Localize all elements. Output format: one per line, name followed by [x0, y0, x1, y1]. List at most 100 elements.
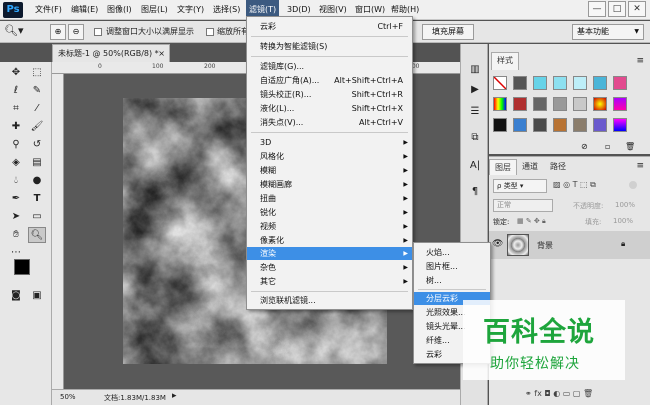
style-swatch[interactable]: [513, 76, 527, 90]
minimize-button[interactable]: —: [588, 1, 606, 17]
menu-item-picture-frame[interactable]: 图片框...: [414, 260, 490, 273]
menu-item-clouds[interactable]: 云彩 Ctrl+F: [247, 20, 412, 33]
quick-select-tool-icon[interactable]: ✎: [28, 83, 46, 99]
chevron-right-icon[interactable]: ▸: [172, 391, 177, 401]
style-swatch[interactable]: [493, 97, 507, 111]
maximize-button[interactable]: □: [608, 1, 626, 17]
screen-mode-icon[interactable]: ▣: [28, 288, 46, 304]
history-brush-icon[interactable]: ↺: [28, 137, 46, 153]
fill-value[interactable]: 100%: [613, 217, 633, 225]
blur-tool-icon[interactable]: 💧︎: [7, 173, 25, 189]
tab-styles[interactable]: 样式: [491, 52, 519, 70]
eraser-tool-icon[interactable]: ◈: [7, 155, 25, 171]
menu-item-noise[interactable]: 杂色 ▶: [247, 261, 412, 274]
zoom-level[interactable]: 50%: [60, 393, 76, 401]
gradient-tool-icon[interactable]: ▤: [28, 155, 46, 171]
menu-item-pixelate[interactable]: 像素化 ▶: [247, 234, 412, 247]
menu-item-flame[interactable]: 火焰...: [414, 246, 490, 259]
style-swatch[interactable]: [513, 97, 527, 111]
menu-item-other[interactable]: 其它 ▶: [247, 275, 412, 288]
style-swatch[interactable]: [533, 76, 547, 90]
eye-icon[interactable]: 👁︎: [492, 239, 503, 249]
character-panel-icon[interactable]: A|: [467, 160, 483, 174]
menu-item-video[interactable]: 视频 ▶: [247, 220, 412, 233]
clone-stamp-icon[interactable]: ⚲: [7, 137, 25, 153]
style-swatch[interactable]: [573, 97, 587, 111]
tab-channels[interactable]: 通道: [517, 159, 543, 175]
blend-mode-select[interactable]: 正常: [493, 199, 553, 212]
zoom-tool-icon[interactable]: 🔍︎▾: [4, 24, 24, 37]
style-swatch[interactable]: [593, 97, 607, 111]
style-swatch[interactable]: [553, 97, 567, 111]
delete-style-icon[interactable]: 🗑︎: [625, 142, 635, 151]
menu-item-lens-correction[interactable]: 镜头校正(R)... Shift+Ctrl+R: [247, 88, 412, 101]
panel-menu-icon[interactable]: ≡: [636, 161, 644, 171]
menu-item-filter-gallery[interactable]: 滤镜库(G)...: [247, 60, 412, 73]
panel-menu-icon[interactable]: ≡: [636, 56, 644, 66]
style-swatch[interactable]: [533, 118, 547, 132]
style-swatch[interactable]: [533, 97, 547, 111]
menu-file[interactable]: 文件(F): [32, 0, 65, 20]
zoom-out-icon[interactable]: ⊖: [68, 24, 84, 40]
resize-window-checkbox[interactable]: [94, 28, 102, 36]
style-swatch[interactable]: [493, 118, 507, 132]
style-swatch[interactable]: [553, 118, 567, 132]
menu-item-convert-smart-filter[interactable]: 转换为智能滤镜(S): [247, 40, 412, 53]
menu-item-vanishing-point[interactable]: 消失点(V)... Alt+Ctrl+V: [247, 116, 412, 129]
kind-filter-select[interactable]: ρ 类型 ▾: [493, 179, 547, 193]
menu-select[interactable]: 选择(S): [210, 0, 243, 20]
menu-image[interactable]: 图像(I): [104, 0, 135, 20]
zoom-tool-icon[interactable]: 🔍︎: [28, 227, 46, 243]
filter-pixel-icon[interactable]: ▨ ◎ T ⬚ ⧉: [553, 180, 596, 190]
lasso-tool-icon[interactable]: ℓ: [7, 83, 25, 99]
tab-layers[interactable]: 图层: [489, 159, 517, 175]
crop-tool-icon[interactable]: ⌗: [7, 101, 25, 117]
menu-item-browse-online[interactable]: 浏览联机滤镜...: [247, 294, 412, 307]
hand-tool-icon[interactable]: ✋︎: [7, 227, 25, 243]
zoom-in-icon[interactable]: ⊕: [50, 24, 66, 40]
style-swatch[interactable]: [493, 76, 507, 90]
layer-row[interactable]: 👁︎ 背景 🔒︎: [489, 231, 650, 259]
filter-toggle[interactable]: [629, 181, 637, 189]
style-swatch[interactable]: [513, 118, 527, 132]
menu-item-sharpen[interactable]: 锐化 ▶: [247, 206, 412, 219]
history-panel-icon[interactable]: ▥: [467, 64, 483, 78]
style-swatch[interactable]: [573, 76, 587, 90]
style-swatch[interactable]: [593, 76, 607, 90]
paragraph-panel-icon[interactable]: ¶: [467, 186, 483, 200]
opacity-value[interactable]: 100%: [615, 201, 635, 209]
fill-screen-button[interactable]: 填充屏幕: [422, 24, 474, 40]
menu-type[interactable]: 文字(Y): [174, 0, 207, 20]
foreground-color-swatch[interactable]: [14, 259, 30, 275]
lock-icons[interactable]: ▦ ✎ ✥ 🔒︎: [517, 217, 546, 226]
menu-layer[interactable]: 图层(L): [138, 0, 171, 20]
menu-item-distort[interactable]: 扭曲 ▶: [247, 192, 412, 205]
menu-item-tree[interactable]: 树...: [414, 274, 490, 287]
clear-style-icon[interactable]: ⊘: [581, 142, 588, 151]
path-select-icon[interactable]: ➤: [7, 209, 25, 225]
style-swatch[interactable]: [593, 118, 607, 132]
menu-item-liquify[interactable]: 液化(L)... Shift+Ctrl+X: [247, 102, 412, 115]
pen-tool-icon[interactable]: ✒: [7, 191, 25, 207]
menu-item-3d[interactable]: 3D ▶: [247, 136, 412, 149]
style-swatch[interactable]: [553, 76, 567, 90]
style-swatch[interactable]: [613, 118, 627, 132]
healing-brush-icon[interactable]: ✚: [7, 119, 25, 135]
close-button[interactable]: ✕: [628, 1, 646, 17]
style-swatch[interactable]: [573, 118, 587, 132]
menu-edit[interactable]: 编辑(E): [68, 0, 101, 20]
adjustments-panel-icon[interactable]: ☰: [467, 106, 483, 120]
actions-panel-icon[interactable]: ▶: [467, 84, 483, 98]
dodge-tool-icon[interactable]: ●: [28, 173, 46, 189]
tab-paths[interactable]: 路径: [545, 159, 571, 175]
document-tab[interactable]: 未标题-1 @ 50%(RGB/8) * ×: [52, 44, 170, 62]
style-swatch[interactable]: [613, 97, 627, 111]
layer-actions-icons[interactable]: ⚭ fx ◘ ◐ ▭ ▢ 🗑︎: [525, 389, 593, 398]
quick-mask-icon[interactable]: ◙: [7, 288, 25, 304]
marquee-tool-icon[interactable]: ⬚: [28, 65, 46, 81]
brush-tool-icon[interactable]: 🖌︎: [28, 119, 46, 135]
eyedropper-tool-icon[interactable]: ⁄: [28, 101, 46, 117]
move-tool-icon[interactable]: ✥: [7, 65, 25, 81]
menu-item-render[interactable]: 渲染 ▶: [247, 247, 412, 260]
workspace-select[interactable]: 基本功能 ▼: [572, 24, 644, 40]
